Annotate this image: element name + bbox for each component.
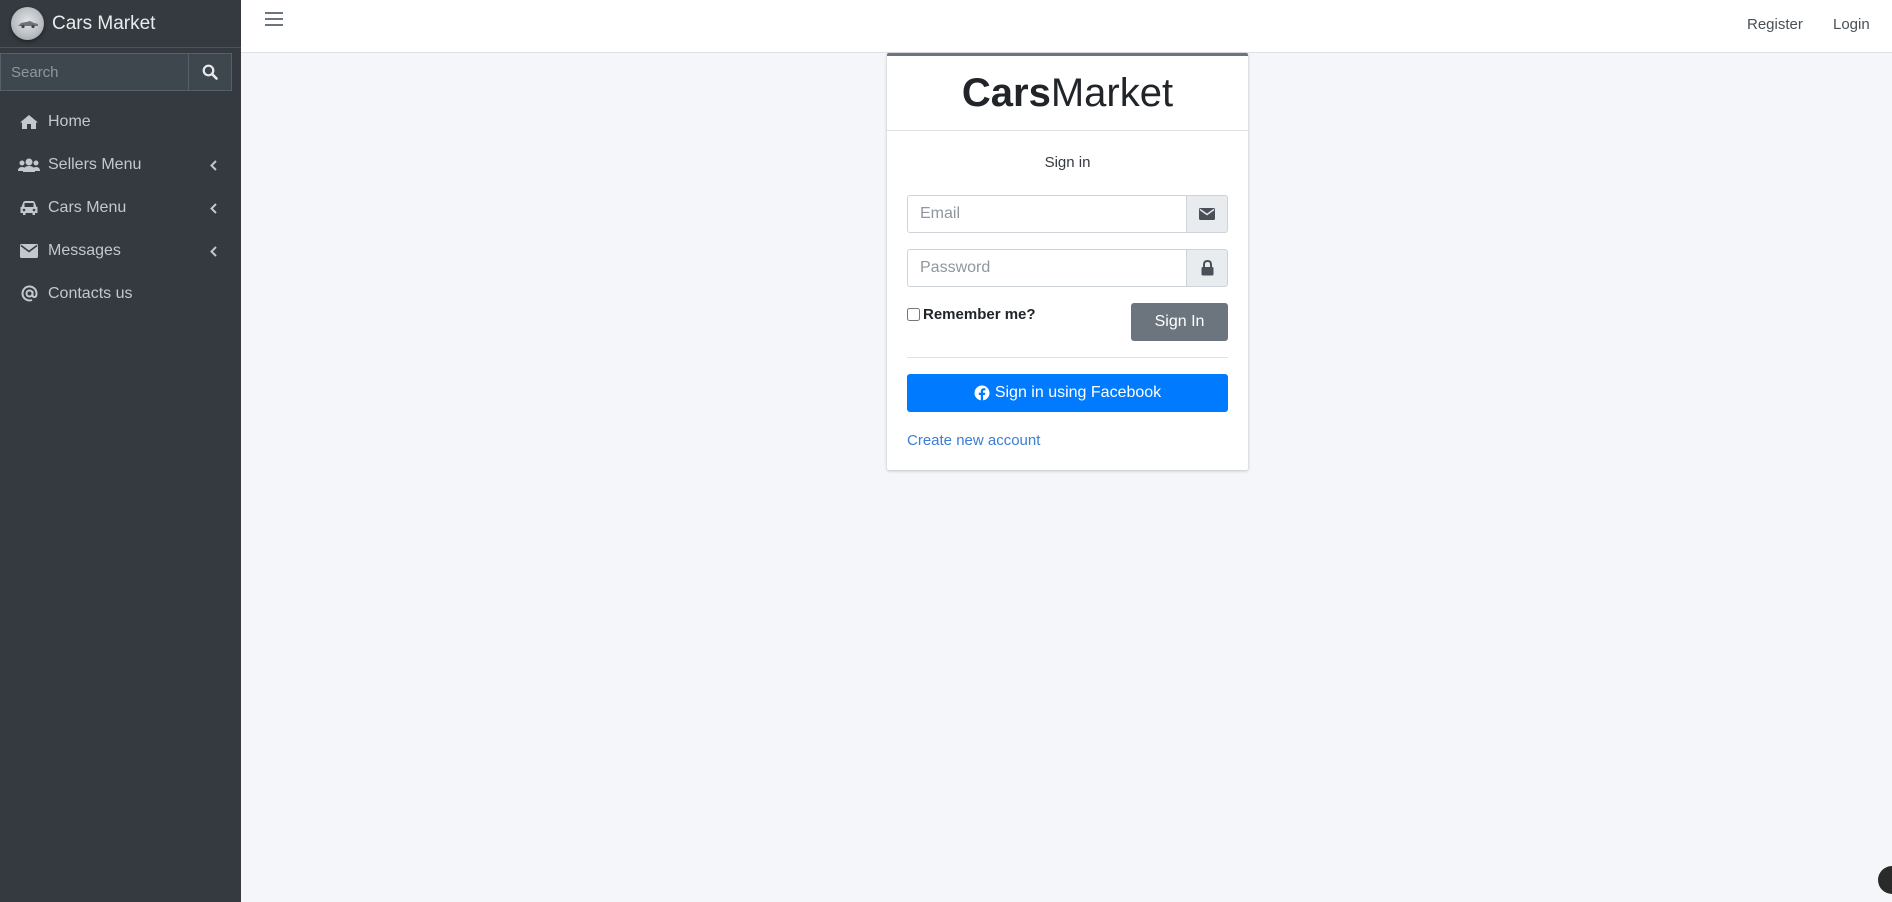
register-link[interactable]: Register (1747, 16, 1803, 33)
menu-toggle-icon[interactable] (265, 12, 283, 28)
divider (907, 357, 1228, 358)
password-group (907, 249, 1228, 287)
facebook-button-label: Sign in using Facebook (994, 384, 1162, 401)
sidebar-item-messages[interactable]: Messages (0, 229, 241, 272)
logo-bold-text: Cars (961, 70, 1051, 115)
sidebar-search (0, 53, 232, 91)
remember-label: Remember me? (923, 306, 1036, 323)
email-group (907, 195, 1228, 233)
sidebar-item-label: Cars Menu (48, 198, 127, 216)
floating-widget[interactable] (1878, 866, 1892, 894)
logo-light-text: Market (1050, 70, 1174, 115)
sign-in-button[interactable]: Sign In (1131, 303, 1228, 341)
sidebar-item-label: Messages (48, 241, 121, 259)
sidebar-nav: Home Sellers Menu Cars Menu Messages Con… (0, 100, 241, 315)
sidebar-item-label: Contacts us (48, 284, 133, 302)
facebook-sign-in-button[interactable]: Sign in using Facebook (907, 374, 1228, 412)
chevron-left-icon (210, 158, 217, 176)
sidebar-item-cars-menu[interactable]: Cars Menu (0, 186, 241, 229)
home-icon (18, 113, 40, 131)
facebook-icon (974, 385, 990, 401)
login-link[interactable]: Login (1833, 16, 1870, 33)
sidebar-item-label: Home (48, 112, 91, 130)
search-input[interactable] (0, 53, 188, 91)
brand-title: Cars Market (52, 12, 156, 34)
create-account-link[interactable]: Create new account (907, 432, 1228, 449)
sidebar-item-label: Sellers Menu (48, 155, 142, 173)
top-navbar: Register Login (241, 0, 1892, 53)
remember-checkbox[interactable] (907, 308, 920, 321)
login-box-message: Sign in (1044, 154, 1091, 171)
brand-link[interactable]: Cars Market (0, 0, 241, 48)
at-icon (18, 285, 40, 303)
search-icon (202, 64, 218, 80)
password-field[interactable] (907, 249, 1187, 287)
login-logo[interactable]: Cars Market (887, 56, 1248, 131)
sidebar-item-contacts-us[interactable]: Contacts us (0, 272, 241, 315)
chevron-left-icon (210, 201, 217, 219)
login-card: CarsMarket Sign in Remember me? Sign In (887, 53, 1248, 470)
envelope-icon (1187, 195, 1228, 233)
search-button[interactable] (188, 53, 232, 91)
sidebar-item-sellers-menu[interactable]: Sellers Menu (0, 143, 241, 186)
email-field[interactable] (907, 195, 1187, 233)
envelope-icon (18, 242, 40, 260)
lock-icon (1187, 249, 1228, 287)
car-icon (18, 199, 40, 217)
sidebar-item-home[interactable]: Home (0, 100, 241, 143)
car-logo-icon (11, 7, 44, 40)
remember-me[interactable]: Remember me? (907, 306, 1036, 323)
sidebar: Cars Market Home Sellers (0, 0, 241, 902)
users-icon (18, 156, 40, 174)
chevron-left-icon (210, 244, 217, 262)
